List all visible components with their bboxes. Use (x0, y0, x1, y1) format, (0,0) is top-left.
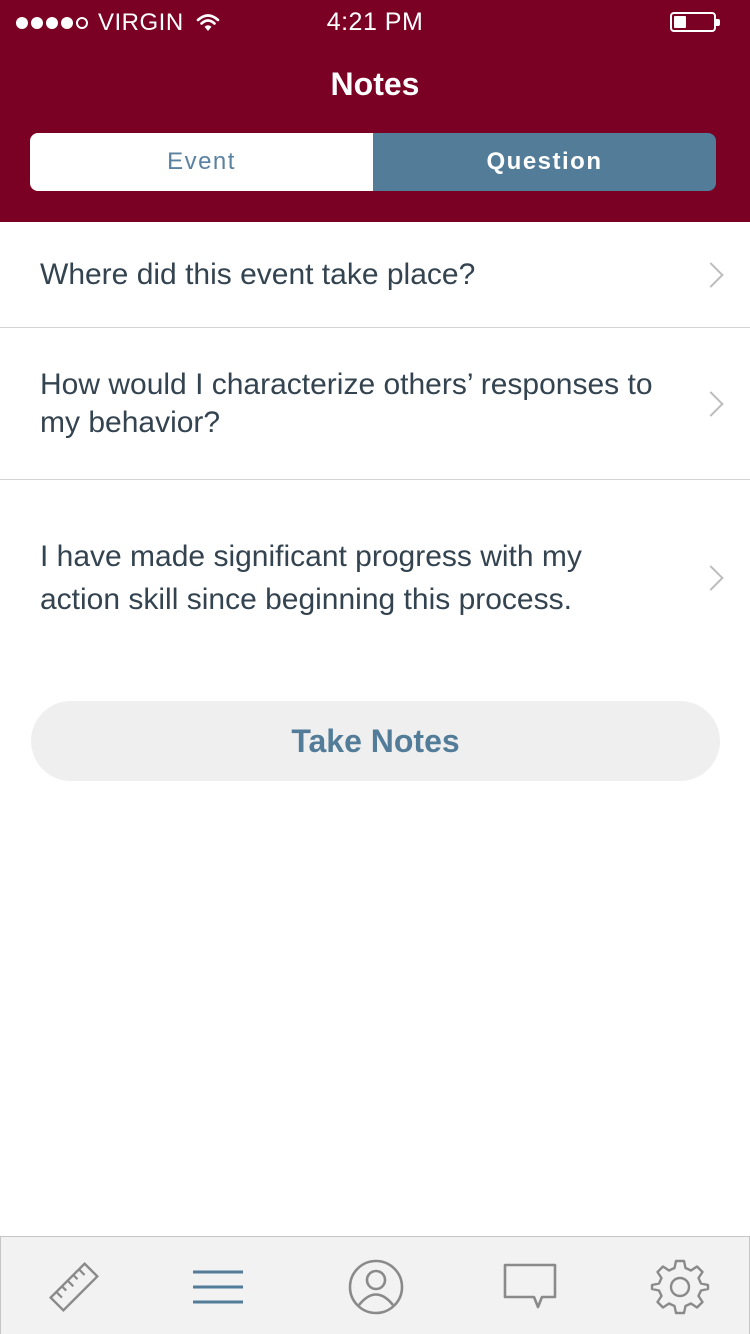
page-title: Notes (330, 66, 420, 102)
chevron-right-icon (698, 390, 724, 417)
question-text: How would I characterize others’ respons… (40, 367, 653, 439)
question-list: Where did this event take place? How wou… (0, 222, 750, 675)
tab-menu[interactable] (186, 1255, 250, 1319)
tab-chat[interactable] (498, 1255, 562, 1319)
segmented-control: Event Question (30, 133, 716, 191)
tab-profile[interactable] (344, 1255, 408, 1319)
battery-icon (670, 12, 720, 32)
ruler-icon (48, 1261, 100, 1313)
question-row[interactable]: Where did this event take place? (0, 222, 750, 328)
header: VIRGIN 4:21 PM Notes Event Question (0, 0, 750, 222)
notes-screen: VIRGIN 4:21 PM Notes Event Question Wher… (0, 0, 750, 1334)
status-bar: VIRGIN 4:21 PM (0, 0, 750, 44)
tab-bar (0, 1236, 750, 1334)
question-text: I have made significant progress with my… (40, 539, 582, 616)
question-row[interactable]: How would I characterize others’ respons… (0, 328, 750, 480)
segment-event[interactable]: Event (30, 133, 373, 191)
chat-icon (503, 1263, 557, 1309)
tab-settings[interactable] (648, 1255, 712, 1319)
take-notes-button[interactable]: Take Notes (31, 701, 720, 781)
gear-icon (650, 1259, 710, 1315)
question-text: Where did this event take place? (40, 257, 476, 291)
profile-icon (348, 1259, 404, 1315)
segment-question[interactable]: Question (373, 133, 716, 191)
menu-icon (193, 1270, 243, 1304)
chevron-right-icon (698, 564, 724, 591)
chevron-right-icon (698, 261, 724, 288)
tab-ruler[interactable] (42, 1255, 106, 1319)
status-time: 4:21 PM (326, 8, 424, 36)
question-row[interactable]: I have made significant progress with my… (0, 480, 750, 675)
